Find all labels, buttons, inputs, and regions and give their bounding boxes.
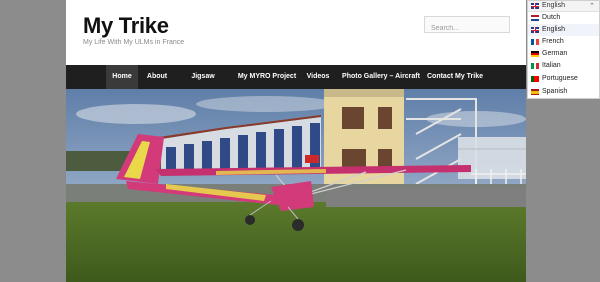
gb-flag-icon [531,27,539,33]
chevron-up-icon: ⌃ [589,3,595,10]
language-option-spanish[interactable]: Spanish [528,86,599,98]
search-input[interactable] [425,21,509,36]
nl-flag-icon [531,15,539,21]
language-option-english[interactable]: English [528,24,599,36]
language-option-portuguese[interactable]: Portuguese [528,73,599,85]
language-option-italian[interactable]: Italian [528,60,599,72]
nav-item-photo-gallery[interactable]: Photo Gallery – Aircraft [340,65,422,89]
pt-flag-icon [531,76,539,82]
nav-item-about[interactable]: About [143,65,171,89]
es-flag-icon [531,89,539,95]
nav-item-contact[interactable]: Contact My Trike [426,65,484,89]
gb-flag-icon [531,3,539,9]
language-option-dutch[interactable]: Dutch [528,12,599,24]
hero-image [66,89,526,282]
search-box [424,16,510,36]
main-nav: Home About Jigsaw Puzzles My MYRO Projec… [66,65,526,104]
site-title[interactable]: My Trike [83,13,169,39]
language-switcher: English ⌃ Dutch English French German It… [527,0,600,99]
nav-item-jigsaw-puzzles[interactable]: Jigsaw Puzzles [178,65,228,104]
nav-item-videos[interactable]: Videos [304,65,332,89]
language-current-label: English [542,2,565,9]
nav-item-myro-project[interactable]: My MYRO Project [237,65,297,89]
fr-flag-icon [531,39,539,45]
language-option-german[interactable]: German [528,48,599,60]
site-header: My Trike My Life With My ULMs in France [66,0,526,65]
nav-item-home[interactable]: Home [106,65,138,89]
aircraft-photo [66,89,526,282]
language-current[interactable]: English ⌃ [528,1,599,12]
page-container: My Trike My Life With My ULMs in France … [66,0,526,282]
de-flag-icon [531,51,539,57]
it-flag-icon [531,63,539,69]
language-option-french[interactable]: French [528,36,599,48]
site-tagline: My Life With My ULMs in France [83,39,185,46]
